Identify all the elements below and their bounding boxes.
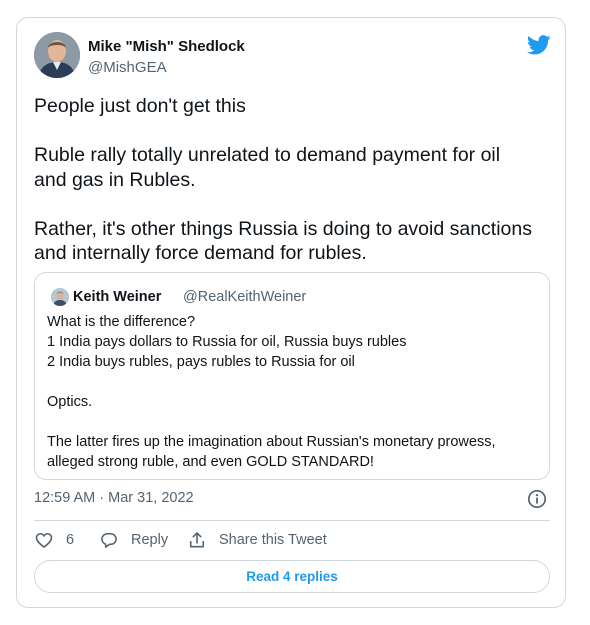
author-handle[interactable]: @MishGEA <box>88 59 167 76</box>
tweet-line: and internally force demand for rubles. <box>34 242 367 264</box>
share-button[interactable]: Share this Tweet <box>187 528 327 552</box>
divider <box>34 520 550 521</box>
share-label: Share this Tweet <box>219 532 327 548</box>
quoted-tweet-text: What is the difference? 1 India pays dol… <box>47 312 542 472</box>
reply-button[interactable]: Reply <box>99 528 168 552</box>
twitter-bird-icon[interactable] <box>527 35 551 55</box>
tweet-paragraph: People just don't get this <box>34 94 544 119</box>
quoted-blank-line <box>47 372 542 392</box>
reply-bubble-icon <box>101 532 117 548</box>
author-name[interactable]: Mike "Mish" Shedlock <box>88 38 245 55</box>
quoted-line: 1 India pays dollars to Russia for oil, … <box>47 334 407 350</box>
tweet-line: People just don't get this <box>34 95 246 117</box>
tweet-line: Ruble rally totally unrelated to demand … <box>34 144 501 166</box>
like-count: 6 <box>66 532 75 548</box>
quoted-author-avatar[interactable] <box>51 288 69 306</box>
quoted-line: What is the difference? <box>47 314 196 330</box>
like-button[interactable]: 6 <box>34 528 74 552</box>
tweet-paragraph: Ruble rally totally unrelated to demand … <box>34 143 544 192</box>
quoted-blank-line <box>47 412 542 432</box>
info-icon[interactable] <box>527 489 547 509</box>
heart-icon <box>35 532 53 548</box>
reply-label: Reply <box>131 532 169 548</box>
share-icon <box>189 532 205 548</box>
tweet-line: and gas in Rubles. <box>34 168 196 191</box>
quoted-author-name: Keith Weiner <box>73 289 162 305</box>
tweet-card: Mike "Mish" Shedlock @MishGEA People jus… <box>16 17 566 608</box>
quoted-line: 2 India buys rubles, pays rubles to Russ… <box>47 354 355 370</box>
quoted-line: alleged strong ruble, and even GOLD STAN… <box>47 454 374 470</box>
quoted-line: The latter fires up the imagination abou… <box>47 434 496 450</box>
quoted-tweet[interactable]: Keith Weiner @RealKeithWeiner What is th… <box>34 272 550 480</box>
tweet-timestamp[interactable]: 12:59 AM · Mar 31, 2022 <box>34 490 194 506</box>
read-replies-button[interactable]: Read 4 replies <box>34 560 550 593</box>
quoted-author-handle: @RealKeithWeiner <box>183 289 307 305</box>
quoted-line: Optics. <box>47 394 93 410</box>
author-avatar[interactable] <box>34 32 80 78</box>
tweet-text: People just don't get this Ruble rally t… <box>34 94 544 266</box>
tweet-paragraph: Rather, it's other things Russia is doin… <box>34 217 544 266</box>
tweet-line: Rather, it's other things Russia is doin… <box>34 217 532 240</box>
